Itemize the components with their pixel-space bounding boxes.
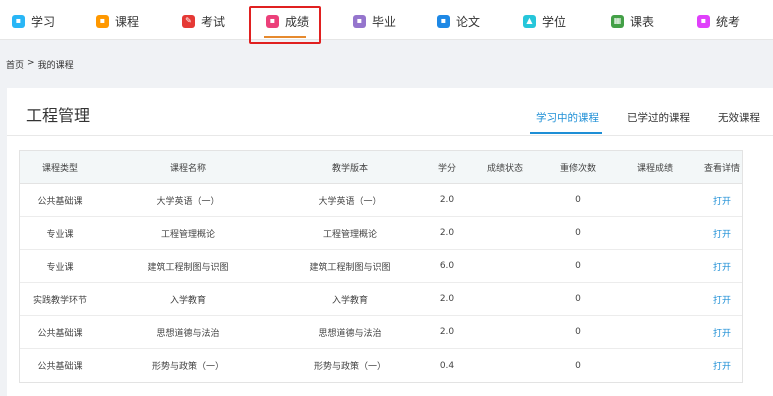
course-tabs: 学习中的课程 已学过的课程 无效课程 [7,110,773,134]
column-header: 重修次数 [559,163,596,174]
table-row: 专业课 工程管理概论 工程管理概论 2.0 0 打开 [20,217,742,250]
breadcrumb-separator: > [27,58,35,68]
table-body: 公共基础课 大学英语（一） 大学英语（一） 2.0 0 打开 专业课 工程管理概论 工程管理概论… [20,184,742,382]
nav-item-label: 论文 [456,14,481,29]
course-type-cell: 公共基础课 [37,196,83,207]
table-row: 专业课 建筑工程制图与识图 建筑工程制图与识图 6.0 0 打开 [20,250,742,283]
open-details-link[interactable]: 打开 [700,326,744,339]
nav-item-exam[interactable]: ✎ 考试 [182,10,225,32]
retake-count-cell: 0 [575,261,581,271]
tab-completed-courses[interactable]: 已学过的课程 [627,110,690,125]
retake-count-cell: 0 [575,294,581,304]
nav-item-label: 统考 [716,14,741,29]
breadcrumb: 首页 > 我的课程 [6,58,74,71]
course-name-cell: 建筑工程制图与识图 [147,262,229,273]
credit-cell: 6.0 [439,261,455,271]
exam-icon: ✎ [182,14,195,28]
course-name-cell: 形势与政策（一） [151,362,224,372]
teaching-version-cell: 大学英语（一） [318,196,382,207]
breadcrumb-current: 我的课程 [37,61,74,71]
tab-active-underline [530,132,602,134]
breadcrumb-home[interactable]: 首页 [6,58,24,71]
nav-item-degree[interactable]: ▲ 学位 [523,10,566,32]
teaching-version-cell: 入学教育 [331,295,368,306]
open-details-link[interactable]: 打开 [700,293,744,306]
open-details-link[interactable]: 打开 [700,227,744,240]
open-details-link[interactable]: 打开 [700,194,744,207]
unified-exam-icon: ▪ [697,14,710,28]
nav-item-unified-exam[interactable]: ▪ 统考 [697,10,740,32]
table-row: 实践教学环节 入学教育 入学教育 2.0 0 打开 [20,283,742,316]
nav-active-highlight [249,6,321,44]
nav-item-label: 学习 [31,14,56,29]
retake-count-cell: 0 [575,228,581,238]
teaching-version-cell: 建筑工程制图与识图 [309,262,391,273]
panel-divider [7,135,773,136]
course-table: 课程类型 课程名称 教学版本 学分 成绩状态 重修次数 课程成绩 查看详情 公共… [19,150,743,383]
teaching-version-cell: 思想道德与法治 [318,328,382,339]
course-type-cell: 公共基础课 [37,362,83,372]
retake-count-cell: 0 [575,360,581,371]
course-type-cell: 专业课 [46,262,74,273]
graduation-icon: ▪ [353,14,366,28]
teaching-version-cell: 形势与政策（一） [313,362,386,372]
column-header: 课程类型 [41,163,78,174]
tab-current-courses[interactable]: 学习中的课程 [536,110,599,125]
column-header: 教学版本 [331,163,368,174]
credit-cell: 0.4 [439,360,455,371]
open-details-link[interactable]: 打开 [700,260,744,273]
course-type-cell: 公共基础课 [37,328,83,339]
table-row: 公共基础课 形势与政策（一） 形势与政策（一） 0.4 0 打开 [20,349,742,382]
nav-item-learning[interactable]: ▪ 学习 [12,10,55,32]
nav-item-timetable[interactable]: ▦ 课表 [611,10,654,32]
teaching-version-cell: 工程管理概论 [322,229,377,240]
nav-active-underline [264,36,306,38]
nav-item-thesis[interactable]: ▪ 论文 [437,10,480,32]
retake-count-cell: 0 [575,195,581,205]
course-panel: 工程管理 学习中的课程 已学过的课程 无效课程 课程类型 课程名称 教学版本 学… [7,88,773,396]
course-type-cell: 专业课 [46,229,74,240]
nav-item-label: 课表 [630,14,655,29]
column-header: 查看详情 [703,163,740,174]
table-row: 公共基础课 大学英语（一） 大学英语（一） 2.0 0 打开 [20,184,742,217]
nav-item-label: 学位 [542,14,567,29]
column-header: 成绩状态 [486,163,523,174]
nav-item-label: 课程 [115,14,140,29]
timetable-icon: ▦ [611,14,624,28]
table-row: 公共基础课 思想道德与法治 思想道德与法治 2.0 0 打开 [20,316,742,349]
nav-item-graduation[interactable]: ▪ 毕业 [353,10,396,32]
course-name-cell: 工程管理概论 [160,229,215,240]
column-header: 课程名称 [169,163,206,174]
top-navigation: ▪ 学习 ▪ 课程 ✎ 考试 ▪ 成绩 ▪ 毕业 ▪ 论文 ▲ 学位 ▦ 课表 … [0,0,773,44]
open-details-link[interactable]: 打开 [700,359,744,372]
nav-item-label: 考试 [201,14,226,29]
degree-icon: ▲ [523,14,536,28]
credit-cell: 2.0 [439,327,455,337]
tab-invalid-courses[interactable]: 无效课程 [718,110,760,125]
credit-cell: 2.0 [439,228,455,238]
credit-cell: 2.0 [439,195,455,205]
table-header: 课程类型 课程名称 教学版本 学分 成绩状态 重修次数 课程成绩 查看详情 [20,151,742,184]
nav-item-course[interactable]: ▪ 课程 [96,10,139,32]
nav-item-label: 毕业 [372,14,397,29]
thesis-icon: ▪ [437,14,450,28]
course-name-cell: 思想道德与法治 [156,328,220,339]
course-icon: ▪ [96,14,109,28]
learning-icon: ▪ [12,14,25,28]
course-name-cell: 大学英语（一） [156,196,220,207]
course-name-cell: 入学教育 [169,295,206,306]
column-header: 学分 [437,163,456,174]
credit-cell: 2.0 [439,294,455,304]
retake-count-cell: 0 [575,327,581,337]
column-header: 课程成绩 [636,163,673,174]
course-type-cell: 实践教学环节 [32,295,87,306]
